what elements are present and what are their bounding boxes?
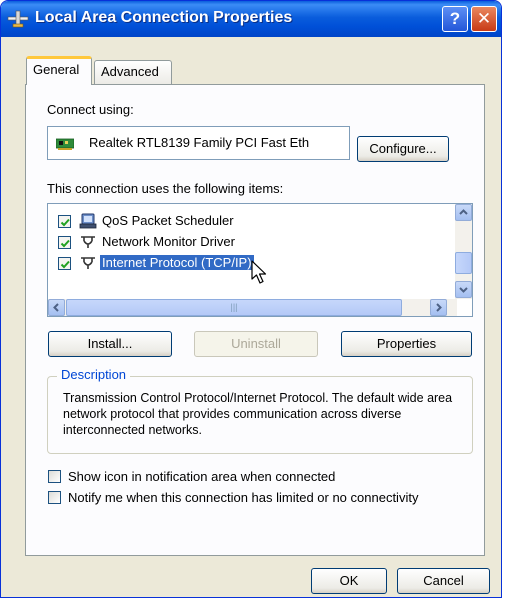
close-button[interactable]: ✕ — [471, 6, 497, 32]
chevron-down-icon — [459, 287, 468, 293]
components-list[interactable]: QoS Packet Scheduler Network Monitor Dri… — [47, 203, 473, 317]
connect-using-label: Connect using: — [47, 102, 134, 117]
items-label: This connection uses the following items… — [47, 181, 284, 196]
network-protocol-icon — [81, 236, 95, 248]
notify-label: Notify me when this connection has limit… — [68, 490, 419, 505]
description-text: Transmission Control Protocol/Internet P… — [63, 391, 453, 437]
horizontal-scroll-thumb[interactable]: ||| — [66, 299, 402, 316]
show-icon-checkbox[interactable] — [48, 470, 61, 483]
scroll-up-button[interactable] — [455, 204, 472, 221]
qos-scheduler-icon — [79, 213, 97, 229]
cancel-button[interactable]: Cancel — [397, 568, 490, 594]
notify-checkbox[interactable] — [48, 491, 61, 504]
chevron-left-icon — [53, 303, 59, 312]
item-label: Network Monitor Driver — [102, 234, 235, 249]
network-connection-icon — [7, 10, 29, 28]
checkmark-icon — [60, 218, 70, 227]
tab-advanced[interactable]: Advanced — [94, 60, 172, 84]
adapter-field: Realtek RTL8139 Family PCI Fast Eth — [47, 126, 350, 160]
item-checkbox[interactable] — [58, 215, 71, 228]
properties-button[interactable]: Properties — [341, 331, 472, 357]
vertical-scroll-thumb[interactable] — [455, 252, 472, 274]
configure-button[interactable]: Configure... — [357, 136, 449, 162]
description-title: Description — [57, 367, 131, 382]
item-label: QoS Packet Scheduler — [102, 213, 234, 228]
scroll-down-button[interactable] — [455, 281, 472, 298]
install-button[interactable]: Install... — [48, 331, 172, 357]
ok-button[interactable]: OK — [311, 568, 387, 594]
vertical-scrollbar[interactable] — [455, 204, 472, 299]
chevron-up-icon — [459, 209, 468, 215]
properties-dialog: Local Area Connection Properties ? ✕ Gen… — [0, 0, 502, 598]
checkmark-icon — [60, 239, 70, 248]
checkmark-icon — [60, 260, 70, 269]
scroll-left-button[interactable] — [48, 299, 65, 316]
horizontal-scrollbar[interactable]: ||| — [48, 299, 457, 316]
uninstall-button[interactable]: Uninstall — [194, 331, 318, 357]
network-adapter-icon — [56, 138, 74, 150]
title-bar[interactable]: Local Area Connection Properties ? ✕ — [1, 1, 501, 37]
item-label: Internet Protocol (TCP/IP) — [100, 255, 254, 270]
mouse-cursor-icon — [251, 260, 267, 284]
scroll-right-button[interactable] — [430, 299, 447, 316]
adapter-name: Realtek RTL8139 Family PCI Fast Eth — [89, 135, 310, 150]
window-title: Local Area Connection Properties — [35, 9, 293, 26]
help-button[interactable]: ? — [442, 6, 468, 32]
show-icon-label: Show icon in notification area when conn… — [68, 469, 336, 484]
network-protocol-icon — [81, 257, 95, 269]
tab-general[interactable]: General — [26, 56, 92, 85]
item-checkbox[interactable] — [58, 236, 71, 249]
chevron-right-icon — [436, 303, 442, 312]
item-checkbox[interactable] — [58, 257, 71, 270]
